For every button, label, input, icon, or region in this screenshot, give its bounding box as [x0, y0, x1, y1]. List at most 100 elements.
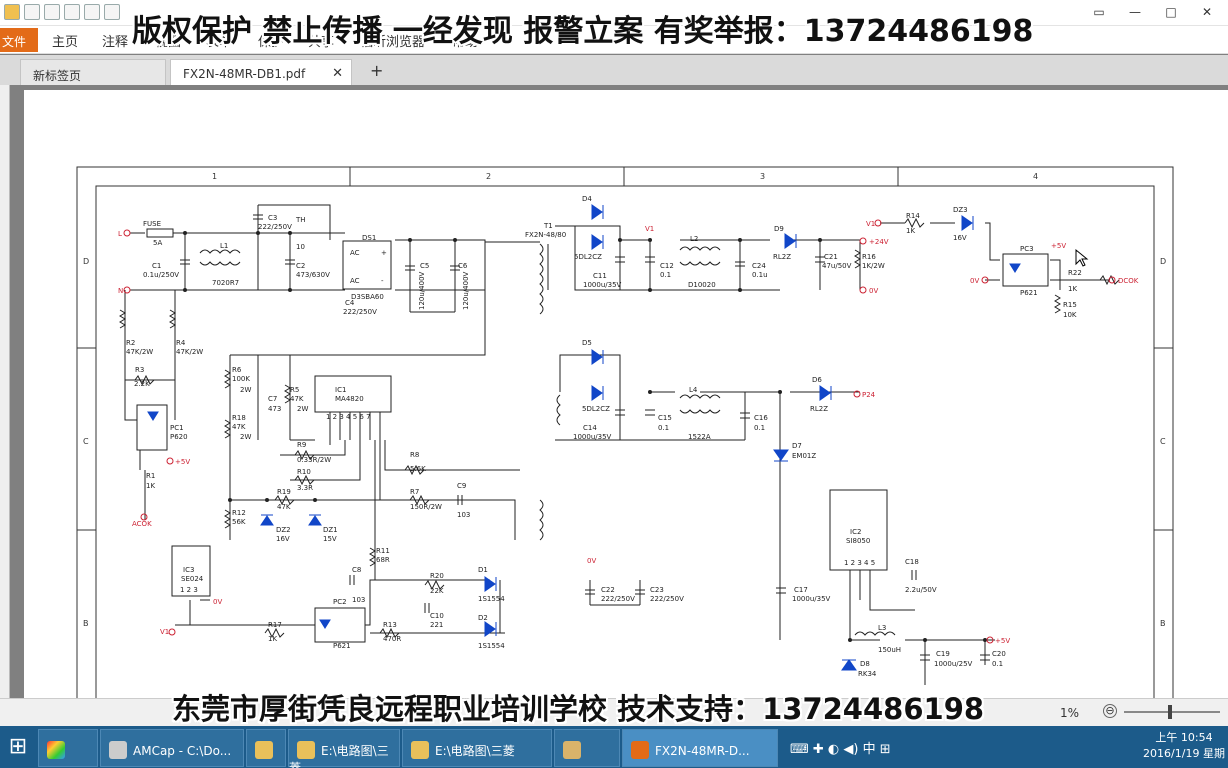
svg-text:473: 473: [268, 405, 281, 413]
svg-text:0.1u: 0.1u: [752, 271, 768, 279]
tab-pdf[interactable]: FX2N-48MR-DB1.pdf ✕: [170, 59, 352, 85]
svg-text:1K: 1K: [146, 482, 155, 490]
fuse: [146, 228, 174, 238]
opto-PC3: [1002, 253, 1049, 287]
svg-text:5.6K: 5.6K: [410, 465, 426, 473]
svg-text:D6: D6: [812, 376, 822, 384]
svg-text:R2: R2: [126, 339, 135, 347]
svg-text:C7: C7: [268, 395, 277, 403]
taskbar-app-paint[interactable]: [554, 729, 620, 767]
palette-icon: [563, 741, 581, 759]
svg-text:47u/50V: 47u/50V: [822, 262, 852, 270]
col-label: 1: [212, 172, 217, 181]
svg-text:0.1: 0.1: [992, 660, 1003, 668]
row-label: D: [83, 257, 89, 266]
svg-text:5A: 5A: [153, 239, 162, 247]
menu-home[interactable]: 主页: [52, 31, 78, 50]
folder-icon: [411, 741, 429, 759]
taskbar-app-foxit[interactable]: FX2N-48MR-D...: [622, 729, 778, 767]
svg-text:222/250V: 222/250V: [650, 595, 684, 603]
svg-text:0V: 0V: [213, 598, 222, 606]
navigation-pane[interactable]: [0, 85, 10, 698]
taskbar-app-folder-2[interactable]: E:\电路图\三菱: [402, 729, 552, 767]
svg-text:+5V: +5V: [175, 458, 190, 466]
opto-PC2: [314, 607, 366, 643]
save-icon[interactable]: [24, 4, 40, 20]
system-tray[interactable]: ⌨ ✚ ◐ ◀) 中 ⊞: [790, 738, 891, 757]
zoom-out-button[interactable]: ⊖: [1103, 704, 1117, 718]
svg-text:C17: C17: [794, 586, 808, 594]
svg-text:0.1: 0.1: [658, 424, 669, 432]
svg-text:C20: C20: [992, 650, 1006, 658]
watermark-banner-bottom: 东莞市厚街凭良远程职业培训学校 技术支持：13724486198: [172, 692, 985, 726]
clock-date: 2016/1/19 星期: [1143, 747, 1225, 760]
svg-text:ACOK: ACOK: [132, 520, 152, 528]
app-window: ▭ — □ ✕ 文件 主页 注释 视图 表单 保护 共享 福昕浏览器 帮助 ⚙ …: [0, 0, 1228, 768]
svg-text:IC3: IC3: [183, 566, 194, 574]
new-tab-button[interactable]: +: [370, 61, 383, 80]
svg-text:FUSE: FUSE: [143, 220, 161, 228]
svg-text:FX2N-48/80: FX2N-48/80: [525, 231, 566, 239]
undo-icon[interactable]: [84, 4, 100, 20]
svg-text:R16: R16: [862, 253, 876, 261]
inner-frame: [95, 185, 1155, 708]
svg-text:103: 103: [352, 596, 365, 604]
folder-icon: [297, 741, 315, 759]
minimize-button[interactable]: —: [1118, 2, 1152, 22]
svg-text:C8: C8: [352, 566, 361, 574]
taskbar-app-folder-1[interactable]: E:\电路图\三菱: [288, 729, 400, 768]
svg-text:47K: 47K: [290, 395, 304, 403]
taskbar-app-label: E:\电路图\三菱: [435, 744, 515, 758]
svg-text:C14: C14: [583, 424, 597, 432]
redo-icon[interactable]: [104, 4, 120, 20]
zoom-slider[interactable]: [1124, 711, 1220, 713]
open-icon[interactable]: [4, 4, 20, 20]
svg-text:68R: 68R: [376, 556, 390, 564]
print-icon[interactable]: [44, 4, 60, 20]
row-label: D: [1160, 257, 1166, 266]
taskbar-app-amcap[interactable]: AMCap - C:\Do...: [100, 729, 244, 767]
svg-text:150R/2W: 150R/2W: [410, 503, 442, 511]
svg-text:120u/400V: 120u/400V: [418, 271, 426, 310]
restore-button[interactable]: ▭: [1082, 2, 1116, 22]
file-menu[interactable]: 文件: [0, 28, 38, 52]
tab-new[interactable]: 新标签页: [20, 59, 166, 85]
pdf-page: 1 2 3 4 D C B D C B L N FUSE 5A C1 0.1u/…: [24, 90, 1228, 708]
email-icon[interactable]: [64, 4, 80, 20]
zoom-slider-handle[interactable]: [1168, 705, 1172, 719]
svg-text:D9: D9: [774, 225, 784, 233]
svg-text:1 2 3 4 5 6 7: 1 2 3 4 5 6 7: [326, 413, 371, 421]
start-button[interactable]: ⊞: [0, 728, 36, 768]
maximize-button[interactable]: □: [1154, 2, 1188, 22]
document-tabs: 新标签页 FX2N-48MR-DB1.pdf ✕ +: [0, 55, 1228, 85]
svg-text:D10020: D10020: [688, 281, 716, 289]
taskbar-app-explorer[interactable]: [246, 729, 286, 767]
svg-text:PC1: PC1: [170, 424, 184, 432]
svg-text:R19: R19: [277, 488, 291, 496]
svg-text:RL2Z: RL2Z: [810, 405, 828, 413]
svg-text:DCOK: DCOK: [1118, 277, 1139, 285]
svg-text:100K: 100K: [232, 375, 250, 383]
svg-text:R1: R1: [146, 472, 155, 480]
menu-comment[interactable]: 注释: [102, 31, 128, 50]
svg-text:1000u/35V: 1000u/35V: [583, 281, 622, 289]
clock[interactable]: 上午 10:54 2016/1/19 星期: [1140, 730, 1228, 762]
transformer-windings: [539, 394, 561, 541]
quick-access-toolbar: [4, 4, 120, 20]
svg-text:R7: R7: [410, 488, 419, 496]
close-icon[interactable]: ✕: [332, 66, 343, 81]
close-button[interactable]: ✕: [1190, 2, 1224, 22]
svg-text:L3: L3: [878, 624, 886, 632]
svg-text:0V: 0V: [587, 557, 596, 565]
svg-text:P620: P620: [170, 433, 188, 441]
svg-text:3.3R: 3.3R: [297, 484, 313, 492]
taskbar-app-multicolor[interactable]: [38, 729, 98, 767]
svg-text:47K/2W: 47K/2W: [126, 348, 153, 356]
svg-text:EM01Z: EM01Z: [792, 452, 816, 460]
svg-text:C23: C23: [650, 586, 664, 594]
svg-text:C6: C6: [458, 262, 468, 270]
svg-text:L: L: [118, 230, 122, 238]
svg-text:C9: C9: [457, 482, 466, 490]
col-label: 3: [760, 172, 765, 181]
svg-text:R4: R4: [176, 339, 186, 347]
